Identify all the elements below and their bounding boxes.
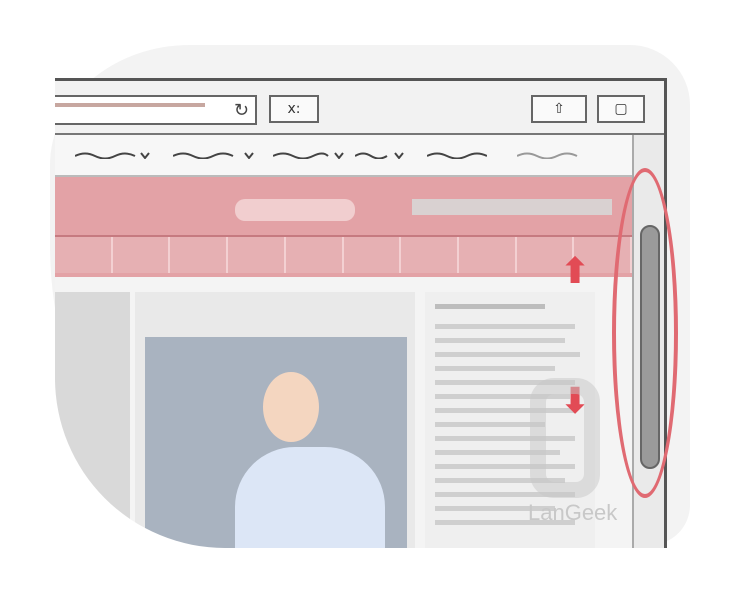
nav-menu-row bbox=[55, 135, 634, 177]
site-banner bbox=[55, 177, 633, 277]
menu-item-scribble-1[interactable] bbox=[75, 151, 155, 159]
share-button[interactable]: ⇧ bbox=[531, 95, 587, 123]
banner-search-box[interactable] bbox=[412, 199, 612, 215]
watermark-logo bbox=[530, 378, 600, 498]
address-text-placeholder bbox=[55, 103, 205, 107]
text-line bbox=[435, 304, 545, 309]
site-logo[interactable] bbox=[235, 199, 355, 221]
site-tab[interactable] bbox=[286, 237, 344, 273]
menu-item-scribble-2[interactable] bbox=[173, 151, 258, 159]
refresh-icon[interactable]: ↻ bbox=[234, 100, 249, 121]
up-arrow-icon: ⬆ bbox=[560, 251, 591, 292]
menu-item-scribble-3[interactable] bbox=[273, 151, 353, 159]
text-line bbox=[435, 352, 580, 357]
share-icon: ⇧ bbox=[553, 101, 565, 117]
menu-item-scribble-4[interactable] bbox=[355, 151, 415, 159]
scrollbar-highlight-ellipse bbox=[612, 168, 678, 498]
site-tab[interactable] bbox=[344, 237, 402, 273]
site-tab[interactable] bbox=[459, 237, 517, 273]
main-article bbox=[135, 292, 415, 548]
menu-item-scribble-5[interactable] bbox=[427, 151, 487, 159]
browser-toolbar: ↻ x: ⇧ ▢ bbox=[55, 81, 664, 135]
site-tab[interactable] bbox=[170, 237, 229, 273]
site-tab[interactable] bbox=[401, 237, 459, 273]
person-head bbox=[263, 372, 319, 442]
watermark-text: LanGeek bbox=[528, 500, 618, 525]
left-column bbox=[55, 292, 130, 548]
text-line bbox=[435, 366, 555, 371]
site-tab[interactable] bbox=[228, 237, 286, 273]
article-photo[interactable] bbox=[145, 337, 407, 548]
site-tab[interactable] bbox=[113, 237, 171, 273]
close-tab-button[interactable]: x: bbox=[269, 95, 319, 123]
site-tab[interactable] bbox=[55, 237, 113, 273]
window-icon: ▢ bbox=[614, 101, 628, 117]
close-tab-icon: x: bbox=[287, 101, 301, 117]
address-bar[interactable]: ↻ bbox=[55, 95, 257, 125]
text-line bbox=[435, 324, 575, 329]
text-line bbox=[435, 338, 565, 343]
window-button[interactable]: ▢ bbox=[597, 95, 645, 123]
menu-item-scribble-6[interactable] bbox=[517, 151, 587, 159]
text-line bbox=[435, 422, 545, 427]
site-nav-tabs bbox=[55, 235, 633, 273]
person-body bbox=[235, 447, 385, 548]
